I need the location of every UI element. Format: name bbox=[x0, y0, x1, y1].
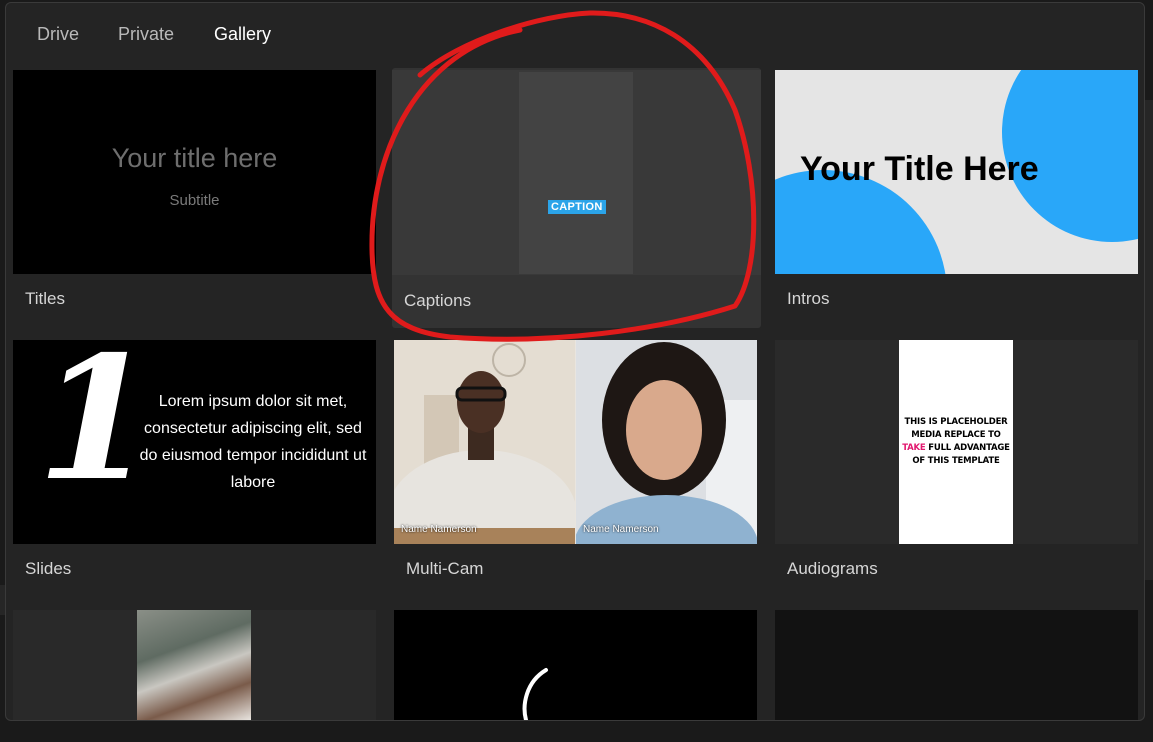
placeholder-line: OF THIS TEMPLATE bbox=[912, 456, 1000, 466]
tab-gallery[interactable]: Gallery bbox=[214, 24, 271, 45]
audiograms-thumbnail: THIS IS PLACEHOLDER MEDIA REPLACE TO TAK… bbox=[775, 340, 1138, 544]
template-card-captions[interactable]: CAPTION Captions bbox=[392, 68, 761, 328]
template-card-audiograms[interactable]: THIS IS PLACEHOLDER MEDIA REPLACE TO TAK… bbox=[775, 340, 1138, 600]
card-label-audiograms: Audiograms bbox=[787, 559, 878, 578]
row3-thumbnail-2 bbox=[394, 610, 757, 720]
template-card-slides[interactable]: 1 Lorem ipsum dolor sit met, consectetur… bbox=[13, 340, 376, 600]
placeholder-line-rest: FULL ADVANTAGE bbox=[925, 443, 1010, 453]
snowy-photo bbox=[137, 610, 251, 720]
card-label-multicam: Multi-Cam bbox=[406, 559, 484, 578]
template-card-titles[interactable]: Your title here Subtitle Titles bbox=[13, 70, 376, 330]
participant-name-left: Name Namerson bbox=[401, 524, 477, 535]
titles-thumbnail: Your title here Subtitle bbox=[13, 70, 376, 274]
camera-feed-left: Name Namerson bbox=[394, 340, 575, 544]
template-card-multicam[interactable]: Name Namerson Name Namerson Multi-Cam bbox=[394, 340, 757, 600]
camera-feed-right: Name Namerson bbox=[576, 340, 757, 544]
slides-thumbnail: 1 Lorem ipsum dolor sit met, consectetur… bbox=[13, 340, 376, 544]
thumb-title-text: Your title here bbox=[111, 143, 278, 173]
row3-thumbnail-1 bbox=[13, 610, 376, 720]
caption-badge: CAPTION bbox=[548, 200, 606, 214]
slide-number-graphic: 1 bbox=[41, 350, 151, 500]
participant-name-right: Name Namerson bbox=[583, 524, 659, 535]
card-label-intros: Intros bbox=[787, 289, 830, 308]
placeholder-text: THIS IS PLACEHOLDER MEDIA REPLACE TO TAK… bbox=[899, 416, 1013, 468]
card-label-captions: Captions bbox=[404, 291, 472, 310]
tab-drive[interactable]: Drive bbox=[37, 24, 79, 45]
gallery-tabs: Drive Private Gallery bbox=[6, 3, 1144, 65]
person-left-illustration bbox=[394, 340, 575, 544]
placeholder-highlight: TAKE bbox=[902, 443, 926, 453]
slide-number: 1 bbox=[41, 350, 151, 500]
thumb-title-text: Your Title Here bbox=[800, 150, 1039, 188]
placeholder-page: THIS IS PLACEHOLDER MEDIA REPLACE TO TAK… bbox=[899, 340, 1013, 544]
placeholder-line: THIS IS PLACEHOLDER bbox=[904, 417, 1008, 427]
multicam-thumbnail: Name Namerson Name Namerson bbox=[394, 340, 757, 544]
person-right-illustration bbox=[576, 340, 757, 544]
tab-private[interactable]: Private bbox=[118, 24, 174, 45]
placeholder-line: TAKE FULL ADVANTAGE bbox=[899, 442, 1013, 455]
template-card-intros[interactable]: Your Title Here Intros bbox=[775, 70, 1138, 330]
card-label-titles: Titles bbox=[25, 289, 65, 308]
thumb-subtitle-text: Subtitle bbox=[169, 192, 220, 209]
row3-thumbnail-3 bbox=[775, 610, 1138, 720]
slide-body-text: Lorem ipsum dolor sit met, consectetur a… bbox=[139, 393, 367, 491]
template-gallery-panel: Drive Private Gallery Your title here Su… bbox=[5, 2, 1145, 721]
template-card-row3-1[interactable] bbox=[13, 610, 376, 720]
template-card-row3-3[interactable] bbox=[775, 610, 1138, 720]
placeholder-line: MEDIA REPLACE TO bbox=[911, 430, 1001, 440]
caption-frame bbox=[519, 72, 633, 274]
template-card-row3-2[interactable] bbox=[394, 610, 757, 720]
loading-arc bbox=[522, 668, 548, 720]
card-label-slides: Slides bbox=[25, 559, 72, 578]
captions-thumbnail: CAPTION bbox=[392, 70, 761, 275]
intros-thumbnail: Your Title Here bbox=[775, 70, 1138, 274]
